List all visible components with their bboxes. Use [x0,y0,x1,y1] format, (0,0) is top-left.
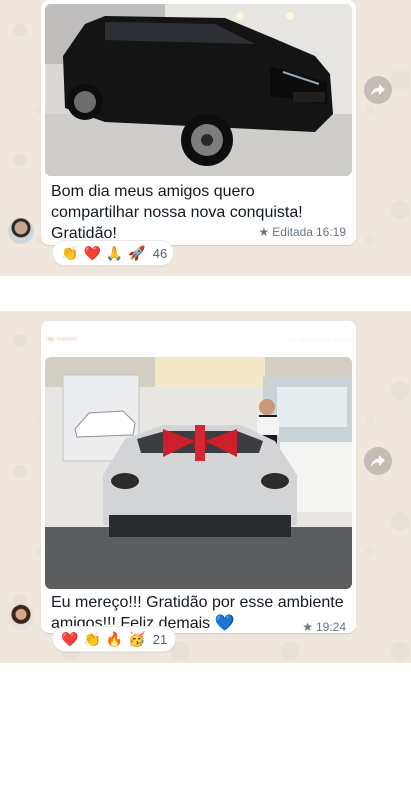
avatar[interactable] [8,604,34,630]
chat-message-block-1: Bom dia meus amigos quero compartilhar n… [0,0,411,276]
forward-button[interactable] [364,76,392,104]
sender-name-blurred: ~ ····· [47,332,78,346]
reaction-emoji: 🔥 [105,631,124,647]
reaction-count: 21 [152,631,168,647]
forward-icon [371,455,385,467]
forward-button[interactable] [364,447,392,475]
message-time: 16:19 [315,225,346,239]
avatar[interactable] [8,218,34,244]
reaction-emoji: 🙏 [105,245,124,261]
blurred-sender-header: ~ ····· ·· ·· ····· ···· [47,329,350,349]
star-icon: ★ [258,225,270,239]
chat-message-block-2: ~ ····· ·· ·· ····· ···· Eu mereço!!! Gr… [0,311,411,663]
message-photo-white-porsche-showroom[interactable] [45,357,352,589]
star-icon: ★ [302,620,313,634]
message-meta: ★ 19:24 [302,620,346,634]
reaction-emoji: 🚀 [128,245,146,261]
reactions-pill[interactable]: ❤️ 👏 🔥 🥳 21 [52,626,177,652]
reactions-pill[interactable]: 👏 ❤️ 🙏 🚀 46 [52,240,174,266]
message-bubble[interactable]: Bom dia meus amigos quero compartilhar n… [41,0,356,245]
reaction-emoji: 👏 [61,245,79,261]
reaction-emoji: ❤️ [61,631,79,647]
message-bubble[interactable]: ~ ····· ·· ·· ····· ···· Eu mereço!!! Gr… [41,321,356,634]
message-meta: ★ Editada 16:19 [259,225,347,239]
message-photo-black-suv[interactable] [45,4,352,176]
message-time: 19:24 [315,620,346,634]
edited-label: Editada [272,225,313,239]
reaction-emoji: ❤️ [83,245,101,261]
forward-icon [371,84,385,96]
reaction-emoji: 🥳 [128,631,146,647]
sender-phone-blurred: ·· ·· ····· ···· [288,332,350,346]
reaction-count: 46 [152,245,168,261]
reaction-emoji: 👏 [83,631,101,647]
